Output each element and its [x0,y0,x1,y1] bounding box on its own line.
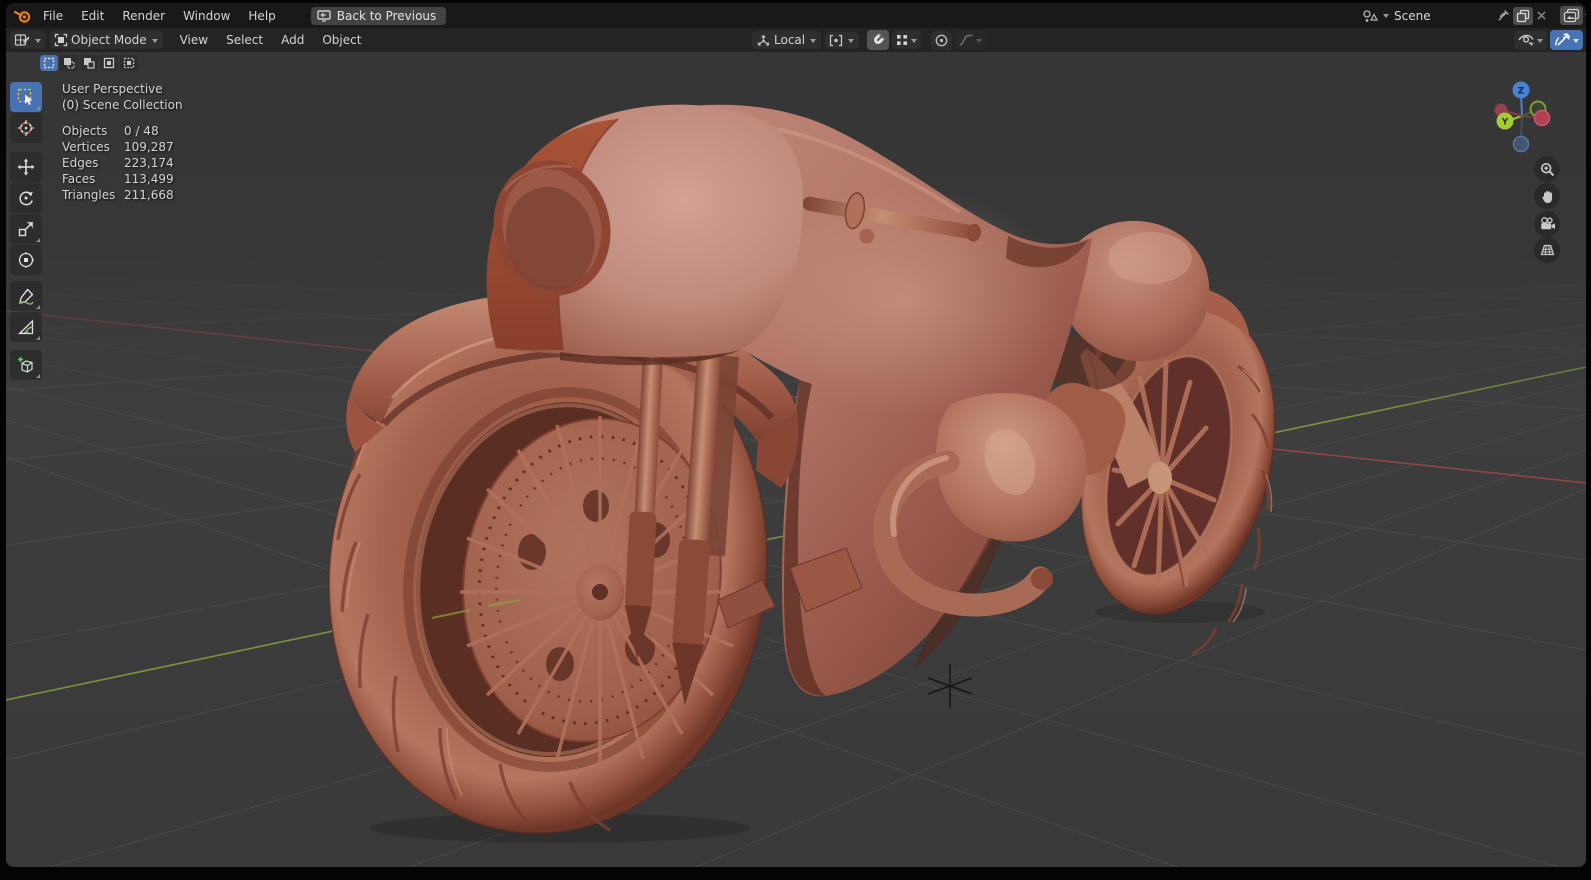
gizmo-neg-z-axis[interactable] [1512,135,1530,153]
menu-add[interactable]: Add [272,30,313,50]
transform-orientation-dropdown[interactable]: Local [752,31,822,49]
close-icon[interactable] [1533,8,1550,23]
viewport-header: Object Mode View Select Add Object Local [6,28,1586,52]
scene-selector: Scene [1359,6,1586,25]
stat-vertices: Vertices 109,287 [62,140,174,154]
show-gizmo-icon [1555,33,1570,46]
select-mode-row [40,55,138,71]
view-perspective-label: User Perspective [62,82,163,96]
snap-magnet-toggle[interactable] [867,30,890,50]
back-screen-icon [317,9,331,22]
snap-target-dropdown[interactable] [892,31,922,49]
editor-type-selector[interactable] [10,31,46,49]
scene-browse-icon[interactable] [1359,7,1381,25]
select-mode-intersect[interactable] [120,55,138,71]
editor-type-3d-viewport-icon [14,34,30,46]
camera-view-button[interactable] [1534,211,1560,237]
view-layer-caret[interactable] [1585,14,1586,21]
snap-magnet-icon [874,33,886,44]
stat-objects: Objects 0 / 48 [62,124,159,138]
blender-logo-icon[interactable] [12,5,34,27]
proportional-editing-toggle[interactable] [931,30,953,50]
object-visibility-icon [1518,34,1535,46]
falloff-curve-icon [959,34,973,46]
proportional-editing-icon [935,34,948,46]
stat-edges: Edges 223,174 [62,156,174,170]
menu-help[interactable]: Help [239,6,284,26]
viewport-3d-scene [6,52,1586,867]
mode-dropdown[interactable]: Object Mode [50,31,163,49]
navigation-gizmo[interactable]: Y Z [1466,80,1566,162]
zoom-button[interactable] [1534,156,1560,182]
pivot-point-dropdown[interactable] [825,31,860,49]
duplicate-scene-icon[interactable] [1513,6,1533,25]
tool-measure[interactable] [10,312,42,342]
select-mode-extend[interactable] [60,55,78,71]
back-to-previous-button[interactable]: Back to Previous [310,6,447,25]
blender-window: File Edit Render Window Help Back to Pre… [6,3,1586,867]
toggle-perspective-button[interactable] [1534,237,1560,263]
menu-object[interactable]: Object [313,30,370,50]
tool-rotate[interactable] [10,183,42,213]
menu-window[interactable]: Window [174,6,239,26]
select-mode-new[interactable] [40,55,58,71]
menu-render[interactable]: Render [113,6,174,26]
view-layer-icon[interactable] [1560,6,1583,25]
viewport-menus: View Select Add Object [171,30,371,50]
tool-scale[interactable] [10,214,42,244]
gizmo-neg-x-axis[interactable] [1533,109,1551,127]
scene-name-field[interactable]: Scene [1390,7,1494,25]
show-gizmo-toggle[interactable] [1550,30,1583,50]
svg-text:Y: Y [1501,118,1509,128]
select-mode-invert[interactable] [100,55,118,71]
tool-transform[interactable] [10,245,42,275]
stat-faces: Faces 113,499 [62,172,174,186]
viewport-stats-overlay: User Perspective (0) Scene Collection Ob… [62,81,183,203]
pan-hand-button[interactable] [1534,183,1560,209]
viewport-3d[interactable]: User Perspective (0) Scene Collection Ob… [6,52,1586,867]
viewport-display-controls [1511,30,1583,50]
falloff-curve-dropdown[interactable] [955,31,987,49]
topbar: File Edit Render Window Help Back to Pre… [6,3,1586,28]
menu-edit[interactable]: Edit [72,6,113,26]
snap-target-icon [897,35,908,45]
orientation-icon [757,34,770,46]
tool-annotate[interactable] [10,281,42,311]
tool-add-cube[interactable] [10,350,42,380]
pivot-point-icon [829,34,843,46]
tool-select-box[interactable] [10,82,42,112]
menu-view[interactable]: View [171,30,217,50]
svg-text:Z: Z [1518,87,1525,97]
scene-browse-caret[interactable] [1383,14,1389,21]
stat-triangles: Triangles 211,668 [62,188,174,202]
object-mode-icon [54,33,68,47]
object-visibility-dropdown[interactable] [1514,30,1547,50]
menu-file[interactable]: File [34,6,72,26]
select-mode-subtract[interactable] [80,55,98,71]
active-collection-label: (0) Scene Collection [62,98,183,112]
pin-icon[interactable] [1494,7,1513,24]
menu-select[interactable]: Select [217,30,272,50]
tool-move[interactable] [10,152,42,182]
transform-snap-controls: Local [752,30,987,50]
tool-cursor[interactable] [10,113,42,143]
